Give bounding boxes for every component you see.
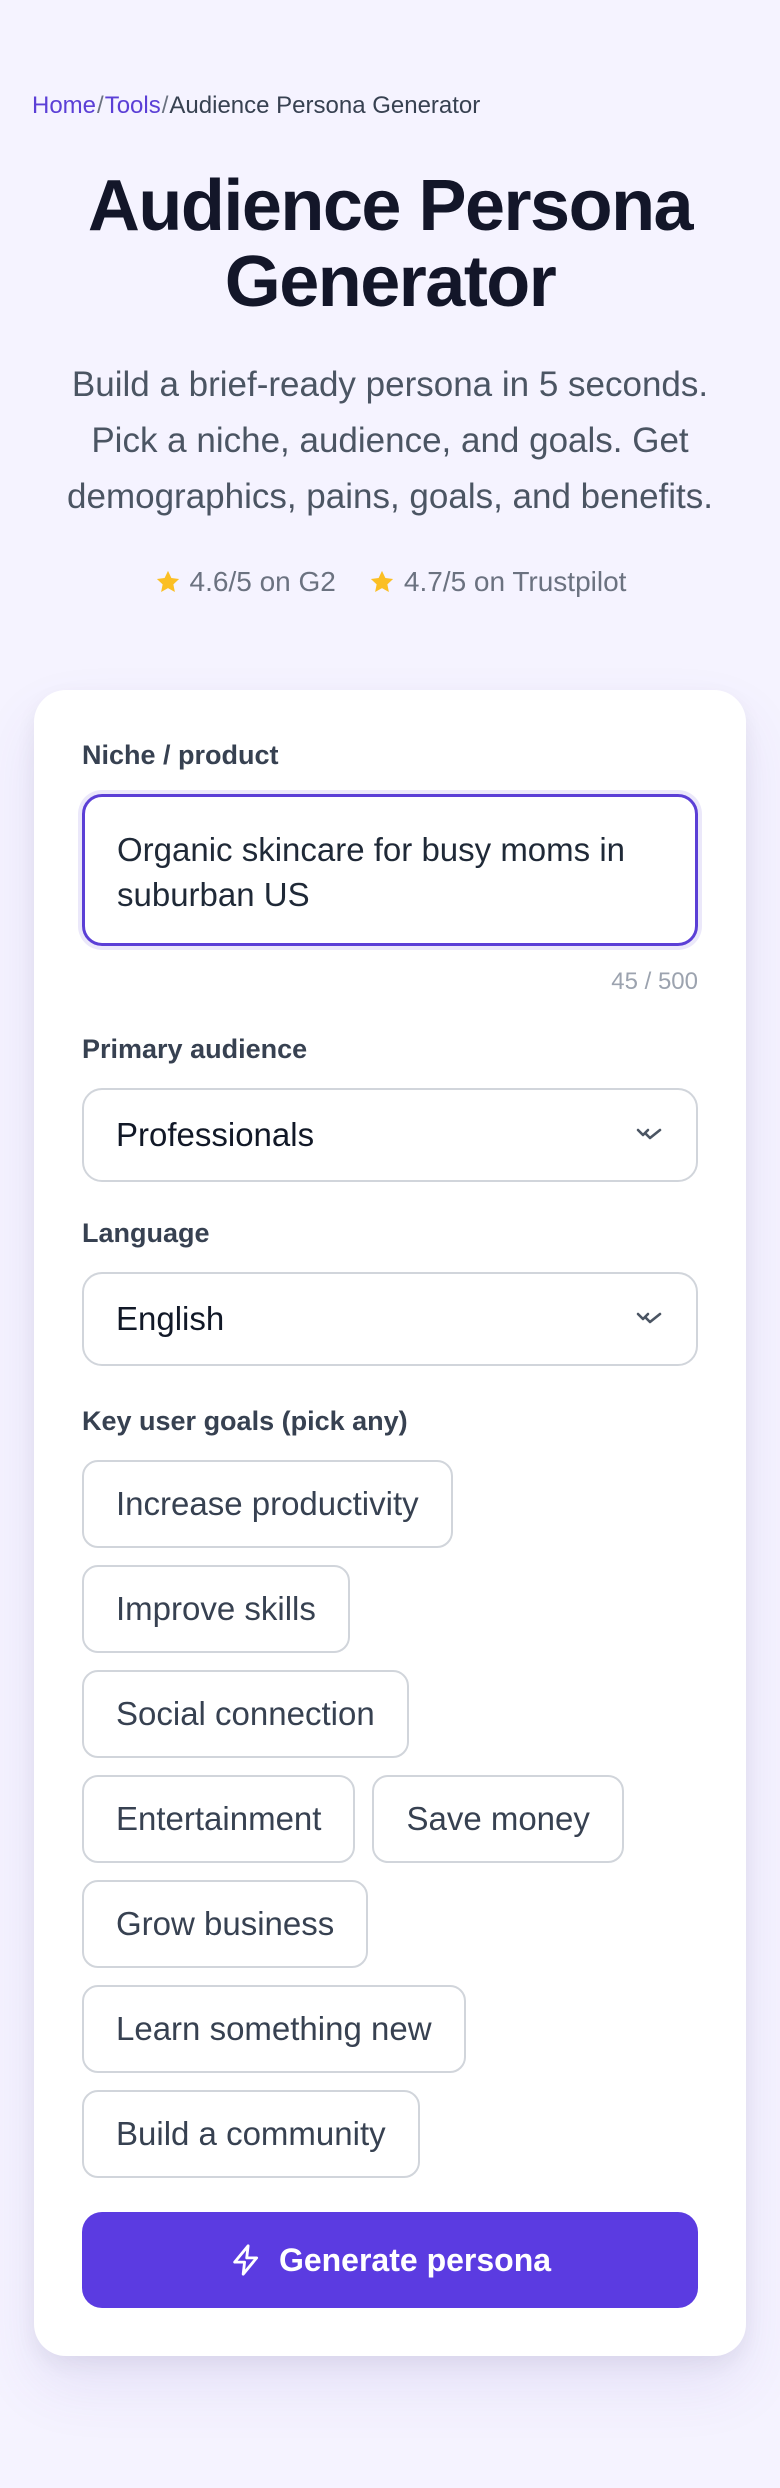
breadcrumb: Home/Tools/Audience Persona Generator [32,92,480,120]
language-selected-value: English [116,1300,225,1337]
chevron-down-icon [636,1311,662,1327]
goal-chip[interactable]: Grow business [82,1880,369,1968]
goal-chip[interactable]: Social connection [82,1670,409,1758]
language-select[interactable]: English [82,1272,698,1366]
goals-label: Key user goals (pick any) [82,1406,408,1436]
breadcrumb-current: Audience Persona Generator [169,92,481,119]
persona-form-card: Niche / product Organic skincare for bus… [34,690,746,2356]
page: Home/Tools/Audience Persona Generator Au… [0,0,780,2488]
niche-textarea[interactable]: Organic skincare for busy moms in suburb… [82,794,698,946]
generate-persona-label: Generate persona [278,2241,552,2278]
lightning-bolt-icon [229,2243,263,2277]
page-title-line: Audience Persona [87,166,694,246]
goal-chip[interactable]: Entertainment [82,1775,356,1863]
generate-persona-button[interactable]: Generate persona [82,2212,698,2308]
character-counter: 45 / 500 [611,968,698,995]
niche-value-line: Organic skincare for busy moms in [117,831,626,868]
audience-select[interactable]: Professionals [82,1088,698,1182]
page-title-line: Generator [224,242,557,322]
niche-label: Niche / product [82,740,279,770]
audience-selected-value: Professionals [116,1116,315,1153]
rating-text: 4.7/5 on Trustpilot [403,566,627,597]
goal-chip[interactable]: Learn something new [82,1985,466,2073]
goal-chip[interactable]: Save money [372,1775,624,1863]
breadcrumb-home-link[interactable]: Home [32,92,96,119]
goal-chip[interactable]: Increase productivity [82,1460,453,1548]
star-icon [154,568,182,596]
ratings: 4.6/5 on G2 4.7/5 on Trustpilot [0,566,780,598]
page-subtitle: Build a brief-ready persona in 5 seconds… [20,357,760,525]
subtitle-line: Pick a niche, audience, and goals. Get [91,421,689,460]
star-icon [368,568,396,596]
goals-chip-group: Increase productivity Improve skills Soc… [82,1460,698,2195]
audience-label: Primary audience [82,1034,308,1064]
rating-text: 4.6/5 on G2 [189,566,336,597]
breadcrumb-separator: / [97,92,104,119]
goal-chip[interactable]: Build a community [82,2090,420,2178]
language-label: Language [82,1218,210,1248]
breadcrumb-separator: / [161,92,169,119]
subtitle-line: demographics, pains, goals, and benefits… [67,477,713,516]
breadcrumb-tools-link[interactable]: Tools [105,92,161,119]
subtitle-line: Build a brief-ready persona in 5 seconds… [71,365,709,404]
page-title: Audience Persona Generator [40,168,740,320]
niche-value-line: suburban US [117,876,310,913]
rating-g2: 4.6/5 on G2 [154,566,336,598]
rating-trustpilot: 4.7/5 on Trustpilot [368,566,627,598]
chevron-down-icon [636,1127,662,1143]
goal-chip[interactable]: Improve skills [82,1565,350,1653]
